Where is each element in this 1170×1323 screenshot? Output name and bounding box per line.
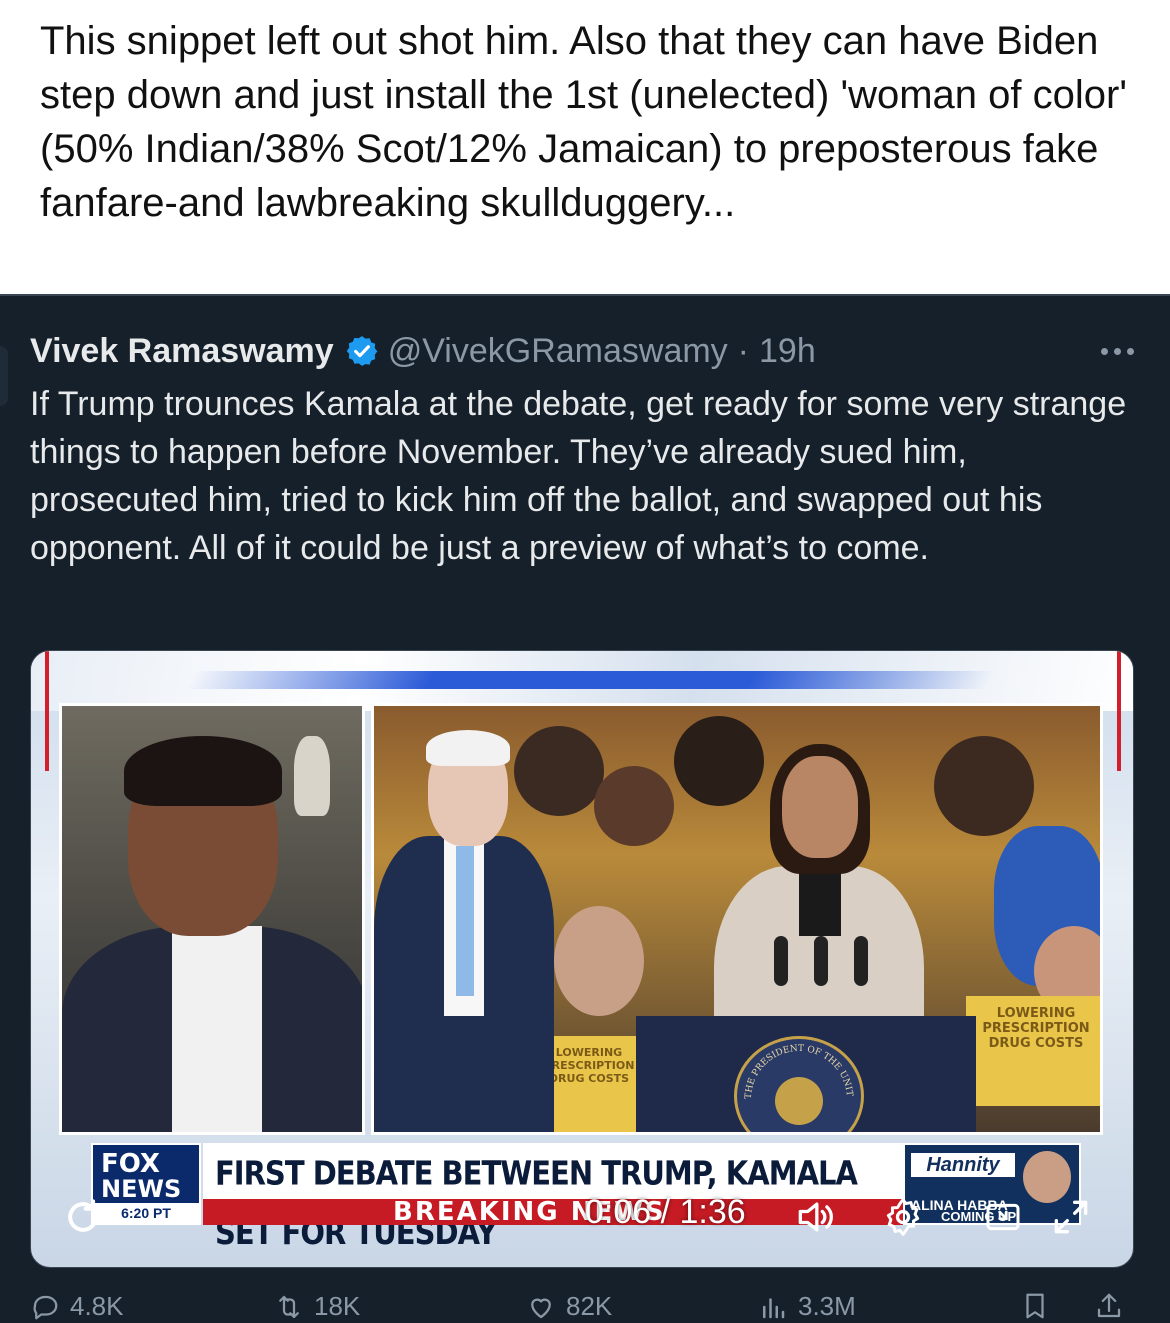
avatar-edge (0, 346, 8, 406)
bookmark-button[interactable] (1020, 1291, 1050, 1321)
speaker-hair (124, 736, 282, 806)
microphone (854, 936, 868, 986)
separator-dot: · (737, 331, 749, 370)
video-banner-red (45, 651, 49, 771)
tweet-text: If Trump trounces Kamala at the debate, … (30, 385, 1127, 567)
reply-count: 4.8K (70, 1291, 124, 1321)
share-icon (1094, 1291, 1124, 1321)
microphone (774, 936, 788, 986)
reply-button[interactable]: 4.8K (30, 1291, 124, 1322)
gear-icon[interactable] (881, 1195, 925, 1239)
views-icon (758, 1292, 788, 1322)
crowd-person (554, 906, 644, 1016)
heart-icon (526, 1292, 556, 1322)
picture-in-picture-icon[interactable] (983, 1197, 1023, 1237)
video-player[interactable]: LOWERING PRESCRIPTION DRUG COSTS LOWERIN… (30, 650, 1134, 1268)
harris-top (799, 866, 841, 936)
more-dots-icon[interactable] (1095, 342, 1140, 361)
speaker-shirt (172, 926, 262, 1132)
author-handle[interactable]: @VivekGRamaswamy (388, 332, 728, 371)
replay-icon[interactable] (61, 1195, 105, 1239)
video-panel-speaker (59, 703, 365, 1135)
microphone (814, 936, 828, 986)
vase (294, 736, 330, 816)
biden-hair (426, 730, 510, 766)
presidential-seal: THE PRESIDENT OF THE UNITED (733, 1032, 864, 1132)
retweet-count: 18K (314, 1291, 361, 1321)
tweet-header: Vivek Ramaswamy @VivekGRamaswamy · 19h (30, 326, 1140, 376)
crowd-person (514, 726, 604, 816)
video-controls: 0:06 / 1:36 (31, 1187, 1133, 1247)
fullscreen-icon[interactable] (1049, 1195, 1093, 1239)
hannity-logo: Hannity (911, 1153, 1015, 1177)
crowd-person (934, 736, 1034, 836)
rally-sign-right: LOWERING PRESCRIPTION DRUG COSTS (966, 996, 1100, 1106)
tweet-actions: 4.8K 18K 82K 3.3M (30, 1291, 1140, 1323)
video-panel-rally: LOWERING PRESCRIPTION DRUG COSTS LOWERIN… (371, 703, 1103, 1135)
like-button[interactable]: 82K (526, 1291, 612, 1322)
video-banner-stripe (185, 671, 997, 689)
verified-badge-icon (344, 333, 380, 369)
views-button[interactable]: 3.3M (758, 1291, 856, 1322)
video-banner-red (1117, 651, 1121, 771)
volume-icon[interactable] (793, 1195, 837, 1239)
reply-icon (30, 1292, 60, 1322)
author-name[interactable]: Vivek Ramaswamy (30, 332, 334, 371)
share-button[interactable] (1094, 1291, 1124, 1321)
biden-tie (456, 846, 474, 996)
views-count: 3.3M (798, 1291, 856, 1321)
like-count: 82K (566, 1291, 613, 1321)
crowd-person (674, 716, 764, 806)
post-time[interactable]: 19h (759, 332, 816, 371)
embedded-tweet[interactable]: Vivek Ramaswamy @VivekGRamaswamy · 19h I… (0, 294, 1170, 1323)
crowd-person (594, 766, 674, 846)
retweet-icon (274, 1292, 304, 1322)
bookmark-icon (1020, 1291, 1050, 1321)
video-time: 0:06 / 1:36 (585, 1193, 746, 1231)
harris-head (782, 756, 858, 858)
retweet-button[interactable]: 18K (274, 1291, 360, 1322)
outer-post-text: This snippet left out shot him. Also tha… (40, 19, 1139, 225)
